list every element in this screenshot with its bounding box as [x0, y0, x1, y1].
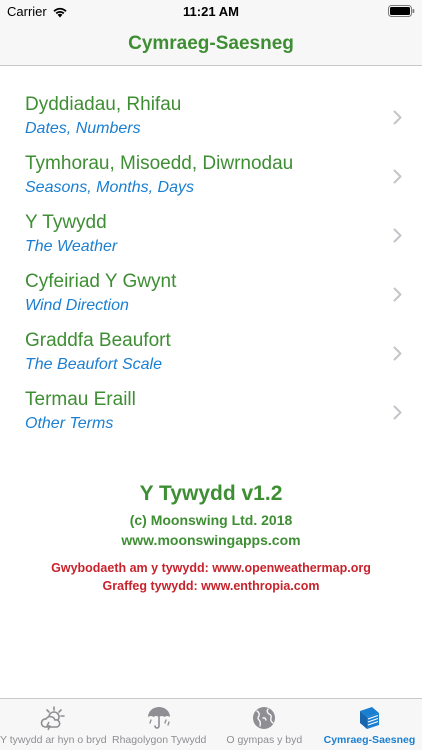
globe-icon: [253, 707, 276, 729]
list-item-title: Cyfeiriad Y Gwynt: [25, 271, 177, 292]
list-item-title: Graddfa Beaufort: [25, 330, 171, 351]
page-title: Cymraeg-Saesneg: [128, 32, 294, 54]
list-item-title: Tymhorau, Misoedd, Diwrnodau: [25, 153, 294, 174]
chevron-right-icon: [393, 287, 402, 302]
sun-cloud-icon: [41, 706, 66, 731]
about-section: Y Tywydd v1.2 (c) Moonswing Ltd. 2018 ww…: [0, 480, 422, 595]
list-item-title: Dyddiadau, Rhifau: [25, 94, 182, 115]
umbrella-icon: [148, 707, 171, 729]
nav-bar: Cymraeg-Saesneg: [0, 22, 422, 66]
tab-world[interactable]: O gympas y byd: [212, 699, 317, 750]
graphics-credit-link[interactable]: Graffeg tywydd: www.enthropia.com: [0, 577, 422, 595]
book-icon: [360, 707, 380, 729]
list-item-subtitle: The Weather: [25, 238, 118, 255]
list-item-beaufort-scale[interactable]: Graddfa Beaufort The Beaufort Scale: [0, 323, 422, 382]
list-item-subtitle: Seasons, Months, Days: [25, 179, 194, 196]
list-item-subtitle: Other Terms: [25, 415, 114, 432]
list-item-other-terms[interactable]: Termau Eraill Other Terms: [0, 382, 422, 441]
list-item-title: Termau Eraill: [25, 389, 136, 410]
chevron-right-icon: [393, 110, 402, 125]
list-item-title: Y Tywydd: [25, 212, 107, 233]
battery-icon: [388, 5, 415, 17]
menu-list: Dyddiadau, Rhifau Dates, Numbers Tymhora…: [0, 87, 422, 441]
list-item-subtitle: The Beaufort Scale: [25, 356, 162, 373]
copyright-text: (c) Moonswing Ltd. 2018: [129, 512, 293, 528]
weather-credit-link[interactable]: Gwybodaeth am y tywydd: www.openweatherm…: [0, 559, 422, 577]
tab-label: Rhagolygon Tywydd: [112, 734, 207, 746]
tab-label: Y tywydd ar hyn o bryd: [0, 734, 107, 746]
chevron-right-icon: [393, 228, 402, 243]
list-item-seasons-months-days[interactable]: Tymhorau, Misoedd, Diwrnodau Seasons, Mo…: [0, 146, 422, 205]
tab-current-weather[interactable]: Y tywydd ar hyn o bryd: [0, 699, 107, 750]
tab-label: O gympas y byd: [226, 734, 303, 746]
app-version-title: Y Tywydd v1.2: [139, 482, 283, 505]
chevron-right-icon: [393, 405, 402, 420]
list-item-weather[interactable]: Y Tywydd The Weather: [0, 205, 422, 264]
status-time: 11:21 AM: [183, 4, 239, 19]
tab-bar: Y tywydd ar hyn o bryd Rhagolygon Tywydd…: [0, 698, 422, 750]
tab-forecast[interactable]: Rhagolygon Tywydd: [107, 699, 212, 750]
list-item-dates-numbers[interactable]: Dyddiadau, Rhifau Dates, Numbers: [0, 87, 422, 146]
list-item-subtitle: Wind Direction: [25, 297, 129, 314]
status-bar: Carrier 11:21 AM: [0, 0, 422, 22]
chevron-right-icon: [393, 346, 402, 361]
website-link[interactable]: www.moonswingapps.com: [0, 530, 422, 550]
tab-welsh-english[interactable]: Cymraeg-Saesneg: [317, 699, 422, 750]
list-item-subtitle: Dates, Numbers: [25, 120, 141, 137]
chevron-right-icon: [393, 169, 402, 184]
list-item-wind-direction[interactable]: Cyfeiriad Y Gwynt Wind Direction: [0, 264, 422, 323]
tab-label: Cymraeg-Saesneg: [323, 734, 416, 746]
